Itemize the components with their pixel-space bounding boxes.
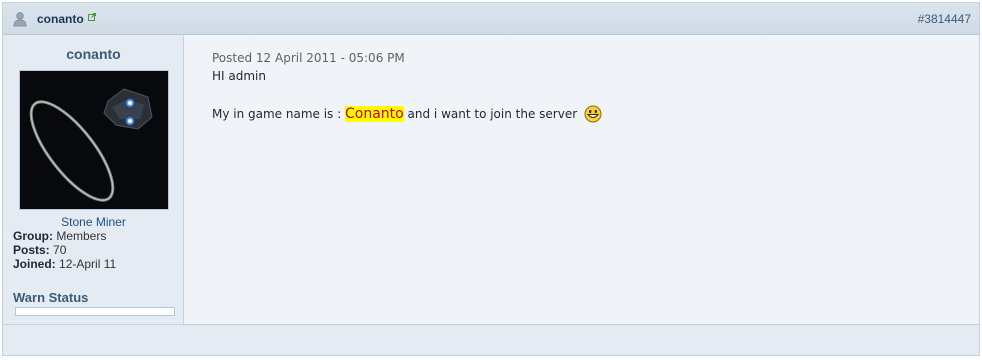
external-link-icon[interactable] bbox=[88, 13, 96, 21]
posted-date: Posted 12 April 2011 - 05:06 PM bbox=[212, 51, 405, 65]
forum-post: conanto #3814447 conanto Stone Miner Gro… bbox=[2, 2, 980, 356]
post-line-2-prefix: My in game name is : bbox=[212, 107, 345, 121]
joined-value: 12-April 11 bbox=[59, 257, 117, 271]
post-content: Posted 12 April 2011 - 05:06 PM HI admin… bbox=[184, 35, 979, 324]
author-name[interactable]: conanto bbox=[3, 46, 184, 62]
joined-label: Joined: bbox=[13, 257, 56, 271]
post-header: conanto #3814447 bbox=[3, 3, 979, 35]
user-icon bbox=[13, 12, 27, 27]
group-label: Group: bbox=[13, 229, 53, 243]
author-info-panel: conanto Stone Miner Group: Members Posts… bbox=[3, 35, 184, 324]
post-footer bbox=[3, 324, 979, 355]
post-line-2: My in game name is : Conanto and i want … bbox=[212, 105, 602, 123]
joined-info: Joined: 12-April 11 bbox=[13, 257, 116, 271]
highlighted-name: Conanto bbox=[344, 106, 404, 122]
post-line-1: HI admin bbox=[212, 69, 266, 83]
posts-value: 70 bbox=[53, 243, 67, 257]
post-line-2-suffix: and i want to join the server bbox=[403, 107, 578, 121]
avatar[interactable] bbox=[19, 70, 169, 210]
smiley-icon bbox=[584, 105, 602, 123]
posts-label: Posts: bbox=[13, 243, 50, 257]
group-info: Group: Members bbox=[13, 229, 106, 243]
member-title: Stone Miner bbox=[61, 215, 126, 229]
post-permalink[interactable]: #3814447 bbox=[918, 12, 971, 26]
author-link[interactable]: conanto bbox=[37, 12, 84, 26]
posts-info: Posts: 70 bbox=[13, 243, 66, 257]
warn-status-bar bbox=[15, 307, 175, 316]
group-value: Members bbox=[56, 229, 107, 243]
warn-status-title: Warn Status bbox=[13, 290, 89, 305]
